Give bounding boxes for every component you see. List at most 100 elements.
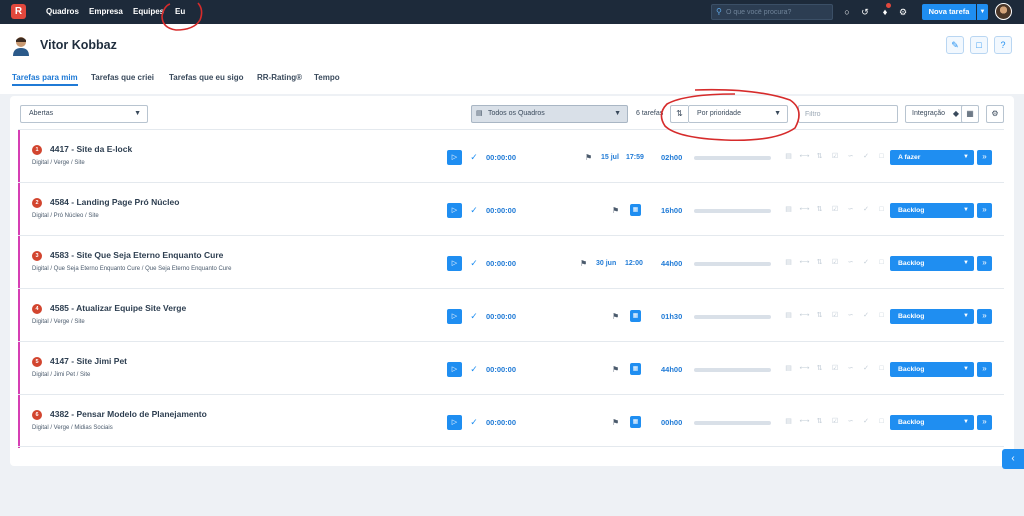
edit-icon[interactable]: ✎ (946, 36, 964, 54)
text-filter-input[interactable] (798, 105, 898, 123)
status-select[interactable]: Backlog ▼ (890, 309, 974, 324)
check-circle-icon[interactable]: ✓ (862, 151, 871, 162)
task-title[interactable]: 4417 - Site da E-lock (50, 144, 132, 154)
new-task-button[interactable]: Nova tarefa (922, 4, 976, 20)
flag-icon[interactable]: ⚑ (585, 150, 592, 165)
branch-icon[interactable]: ⟷ (800, 363, 810, 374)
history-icon[interactable]: ↺ (858, 4, 872, 20)
attach-icon[interactable]: ∽ (846, 363, 855, 374)
complete-task-button[interactable]: ✓ (468, 150, 480, 165)
status-select[interactable]: Backlog ▼ (890, 362, 974, 377)
task-title[interactable]: 4382 - Pensar Modelo de Planejamento (50, 409, 207, 419)
table-row[interactable]: 4 4585 - Atualizar Equipe Site Verge Digit… (18, 288, 1004, 342)
advance-status-button[interactable]: » (977, 309, 992, 324)
advance-status-button[interactable]: » (977, 362, 992, 377)
comment-icon[interactable]: □ (877, 416, 886, 427)
gear-icon[interactable]: ⚙ (896, 4, 910, 20)
checklist-icon[interactable]: ☑ (831, 204, 840, 215)
app-logo[interactable]: R (11, 4, 26, 19)
tab-tempo[interactable]: Tempo (314, 73, 340, 82)
calendar-view-button[interactable]: ▦ (961, 105, 979, 123)
checklist-icon[interactable]: ☑ (831, 151, 840, 162)
status-select[interactable]: Backlog ▼ (890, 415, 974, 430)
checklist-icon[interactable]: ☑ (831, 416, 840, 427)
branch-icon[interactable]: ⟷ (800, 310, 810, 321)
task-title[interactable]: 4585 - Atualizar Equipe Site Verge (50, 303, 186, 313)
play-timer-button[interactable]: ▷ (447, 150, 462, 165)
comment-icon[interactable]: □ (877, 257, 886, 268)
play-timer-button[interactable]: ▷ (447, 256, 462, 271)
play-timer-button[interactable]: ▷ (447, 203, 462, 218)
nav-link-eu[interactable]: Eu (175, 0, 185, 24)
doc-icon[interactable]: ▤ (784, 204, 793, 215)
tab-tarefas-que-criei[interactable]: Tarefas que criei (91, 73, 154, 82)
comment-icon[interactable]: □ (877, 151, 886, 162)
tab-rr-rating[interactable]: RR-Rating® (257, 73, 302, 82)
integration-button[interactable]: Integração ◆ (905, 105, 965, 123)
play-timer-button[interactable]: ▷ (447, 415, 462, 430)
complete-task-button[interactable]: ✓ (468, 256, 480, 271)
attach-icon[interactable]: ∽ (846, 151, 855, 162)
task-title[interactable]: 4147 - Site Jimi Pet (50, 356, 127, 366)
sort-icon[interactable]: ⇅ (815, 204, 824, 215)
status-select[interactable]: Backlog ▼ (890, 203, 974, 218)
sort-icon[interactable]: ⇅ (815, 363, 824, 374)
check-circle-icon[interactable]: ✓ (862, 204, 871, 215)
flag-icon[interactable]: ⚑ (612, 203, 619, 218)
flag-icon[interactable]: ⚑ (580, 256, 587, 271)
play-timer-button[interactable]: ▷ (447, 362, 462, 377)
advance-status-button[interactable]: » (977, 203, 992, 218)
nav-link-quadros[interactable]: Quadros (46, 0, 79, 24)
flag-icon[interactable]: ⚑ (612, 362, 619, 377)
task-title[interactable]: 4583 - Site Que Seja Eterno Enquanto Cur… (50, 250, 223, 260)
status-select[interactable]: Backlog ▼ (890, 256, 974, 271)
sort-select[interactable]: Por prioridade ▼ (688, 105, 788, 123)
help-icon[interactable]: ? (994, 36, 1012, 54)
calendar-icon[interactable]: ▦ (630, 416, 641, 428)
due-date[interactable]: 15 jul (601, 150, 619, 165)
advance-status-button[interactable]: » (977, 256, 992, 271)
table-row[interactable]: 2 4584 - Landing Page Pró Núcleo Digital /… (18, 182, 1004, 236)
complete-task-button[interactable]: ✓ (468, 203, 480, 218)
status-select[interactable]: A fazer ▼ (890, 150, 974, 165)
nav-link-equipes[interactable]: Equipes (133, 0, 164, 24)
sort-icon[interactable]: ⇅ (815, 151, 824, 162)
lightbulb-icon[interactable]: ○ (840, 4, 854, 20)
tab-tarefas-para-mim[interactable]: Tarefas para mim (12, 73, 78, 86)
checklist-icon[interactable]: ☑ (831, 257, 840, 268)
flag-icon[interactable]: ⚑ (612, 309, 619, 324)
advance-status-button[interactable]: » (977, 415, 992, 430)
tab-tarefas-que-eu-sigo[interactable]: Tarefas que eu sigo (169, 73, 244, 82)
check-circle-icon[interactable]: ✓ (862, 416, 871, 427)
table-row[interactable]: 5 4147 - Site Jimi Pet Digital / Jimi Pet … (18, 341, 1004, 395)
settings-button[interactable]: ⚙ (986, 105, 1004, 123)
branch-icon[interactable]: ⟷ (800, 204, 810, 215)
complete-task-button[interactable]: ✓ (468, 309, 480, 324)
nav-link-empresa[interactable]: Empresa (89, 0, 123, 24)
attach-icon[interactable]: ∽ (846, 257, 855, 268)
attach-icon[interactable]: ∽ (846, 204, 855, 215)
complete-task-button[interactable]: ✓ (468, 415, 480, 430)
search-box[interactable]: ⚲ (711, 4, 833, 20)
attach-icon[interactable]: ∽ (846, 416, 855, 427)
sort-icon[interactable]: ⇅ (815, 416, 824, 427)
board-filter-select[interactable]: ▤ Todos os Quadros ▼ (471, 105, 628, 123)
user-avatar[interactable] (995, 3, 1012, 20)
doc-icon[interactable]: ▤ (784, 151, 793, 162)
sort-direction-button[interactable]: ⇅ (670, 105, 688, 123)
status-filter-select[interactable]: Abertas ▼ (20, 105, 148, 123)
branch-icon[interactable]: ⟷ (800, 257, 810, 268)
table-row[interactable]: 3 4583 - Site Que Seja Eterno Enquanto Cu… (18, 235, 1004, 289)
doc-icon[interactable]: ▤ (784, 416, 793, 427)
sort-icon[interactable]: ⇅ (815, 257, 824, 268)
search-input[interactable] (726, 6, 830, 18)
check-circle-icon[interactable]: ✓ (862, 363, 871, 374)
play-timer-button[interactable]: ▷ (447, 309, 462, 324)
feedback-icon[interactable]: □ (970, 36, 988, 54)
comment-icon[interactable]: □ (877, 204, 886, 215)
comment-icon[interactable]: □ (877, 363, 886, 374)
check-circle-icon[interactable]: ✓ (862, 310, 871, 321)
checklist-icon[interactable]: ☑ (831, 363, 840, 374)
table-row[interactable]: 1 4417 - Site da E-lock Digital / Verge / … (18, 129, 1004, 183)
calendar-icon[interactable]: ▦ (630, 310, 641, 322)
